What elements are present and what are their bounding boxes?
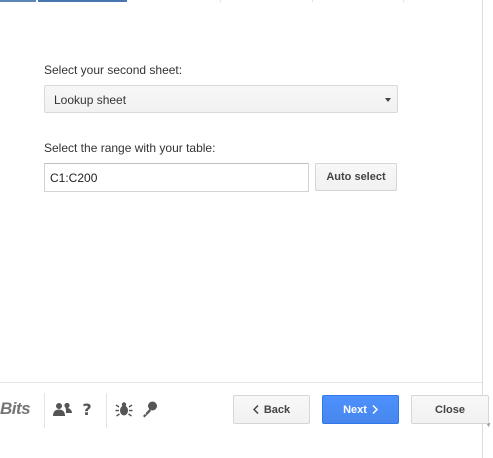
- tab-indicator-active: [38, 0, 127, 2]
- caret-down-icon: [385, 98, 391, 102]
- footer-separator: [44, 393, 45, 428]
- back-button[interactable]: Back: [233, 395, 310, 424]
- footer-separator: [106, 393, 107, 428]
- help-icon[interactable]: ?: [80, 400, 94, 419]
- footer-divider: [0, 382, 482, 383]
- auto-select-button[interactable]: Auto select: [315, 163, 397, 191]
- second-sheet-select-value: Lookup sheet: [54, 93, 127, 107]
- second-sheet-label: Select your second sheet:: [44, 63, 183, 77]
- bug-icon[interactable]: [114, 400, 134, 418]
- tab-divider: [403, 0, 404, 2]
- back-button-label: Back: [263, 403, 291, 416]
- brand-logo-text: Bits: [0, 399, 31, 418]
- next-button-label: Next: [343, 403, 367, 416]
- chevron-left-icon: [252, 405, 259, 414]
- top-tab-strip: [0, 0, 482, 2]
- chevron-right-icon: [372, 405, 378, 414]
- tab-divider: [312, 0, 313, 2]
- second-sheet-select[interactable]: Lookup sheet: [44, 85, 398, 113]
- range-input[interactable]: [44, 163, 309, 192]
- tab-divider: [220, 0, 221, 2]
- range-label: Select the range with your table:: [44, 141, 216, 155]
- idea-icon[interactable]: [140, 400, 160, 418]
- close-button[interactable]: Close: [411, 395, 489, 424]
- next-button[interactable]: Next: [322, 395, 399, 424]
- vertical-scrollbar[interactable]: ▼: [482, 0, 493, 458]
- people-icon[interactable]: [52, 400, 74, 418]
- tab-indicator-left: [0, 0, 36, 2]
